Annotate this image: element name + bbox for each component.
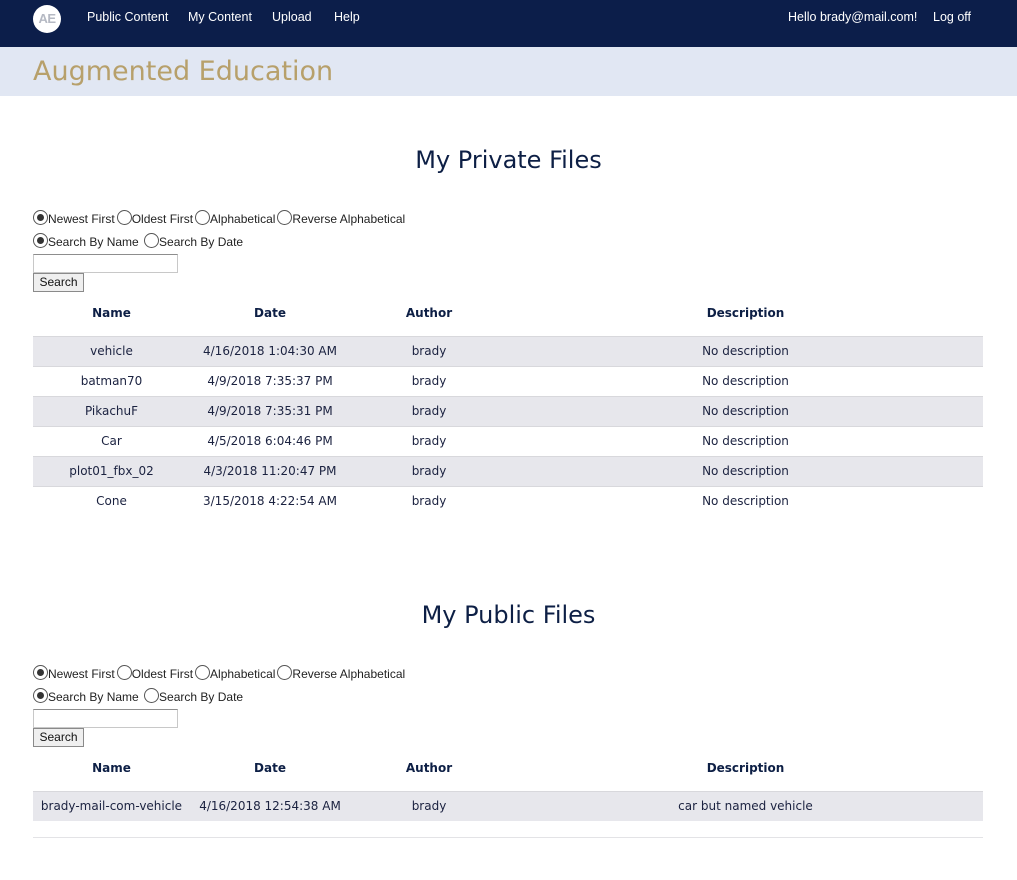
file-author-cell: brady <box>350 365 508 396</box>
spacer-cell <box>33 783 983 791</box>
file-author-cell: brady <box>350 455 508 486</box>
public-search-by-date-radio[interactable] <box>144 688 160 703</box>
column-header-description: Description <box>706 306 785 320</box>
public-search-by-name-radio[interactable] <box>33 688 48 703</box>
user-greeting-link[interactable]: Hello brady@mail.com! <box>788 10 917 24</box>
file-name-cell[interactable]: Car <box>33 425 190 456</box>
table-row[interactable]: vehicle 4/16/2018 1:04:30 AM brady No de… <box>33 335 983 366</box>
public-sort-oldest-radio[interactable] <box>116 665 132 680</box>
private-sort-options: Newest First Oldest First Alphabetical Reve… <box>33 210 407 226</box>
nav-public-content-link[interactable]: Public Content <box>87 10 168 24</box>
file-description-cell: No description <box>508 395 983 426</box>
private-sort-reverse-alphabetical-radio[interactable] <box>277 210 293 225</box>
table-spacer <box>33 783 983 791</box>
file-date-cell: 4/3/2018 11:20:47 PM <box>190 455 350 486</box>
radio-label: Oldest First <box>131 666 194 681</box>
public-files-title: My Public Files <box>421 601 596 629</box>
private-files-title: My Private Files <box>415 146 602 174</box>
table-row[interactable]: brady-mail-com-vehicle 4/16/2018 12:54:3… <box>33 790 983 821</box>
radio-label: Search By Name <box>48 689 139 704</box>
file-name-cell[interactable]: batman70 <box>33 365 190 396</box>
nav-my-content-link[interactable]: My Content <box>188 10 252 24</box>
file-date-cell: 4/16/2018 1:04:30 AM <box>190 335 350 366</box>
public-sort-alphabetical-radio[interactable] <box>195 665 211 680</box>
file-description-cell: No description <box>508 485 983 516</box>
public-sort-options: Newest First Oldest First Alphabetical Reve… <box>33 665 407 681</box>
public-search-mode-options: Search By Name Search By Date <box>33 688 245 704</box>
file-date-cell: 4/9/2018 7:35:31 PM <box>190 395 350 426</box>
public-search-button[interactable]: Search <box>33 728 84 747</box>
public-files-table: Name Date Author Description brady-mail-… <box>33 753 983 821</box>
public-sort-newest-radio[interactable] <box>33 665 48 680</box>
radio-label: Alphabetical <box>210 211 276 226</box>
private-search-button[interactable]: Search <box>33 273 84 292</box>
column-header-date: Date <box>254 306 286 320</box>
table-row[interactable]: Car 4/5/2018 6:04:46 PM brady No descrip… <box>33 425 983 456</box>
file-name-cell[interactable]: vehicle <box>33 335 190 366</box>
file-description-cell: No description <box>508 335 983 366</box>
table-header-row: Name Date Author Description <box>33 298 983 328</box>
table-row[interactable]: Cone 3/15/2018 4:22:54 AM brady No descr… <box>33 485 983 516</box>
radio-label: Oldest First <box>131 211 194 226</box>
file-date-cell: 4/9/2018 7:35:37 PM <box>190 365 350 396</box>
radio-label: Alphabetical <box>210 666 276 681</box>
file-date-cell: 4/5/2018 6:04:46 PM <box>190 425 350 456</box>
nav-help-link[interactable]: Help <box>334 10 360 24</box>
radio-label: Reverse Alphabetical <box>292 666 406 681</box>
file-name-cell[interactable]: Cone <box>33 485 190 516</box>
top-navbar: AE Public Content My Content Upload Help… <box>0 0 1017 47</box>
file-description-cell: No description <box>508 425 983 456</box>
file-date-cell: 4/16/2018 12:54:38 AM <box>190 790 350 821</box>
column-header-author: Author <box>405 761 453 775</box>
column-header-date: Date <box>254 761 286 775</box>
file-description-cell: No description <box>508 455 983 486</box>
private-search-by-date-radio[interactable] <box>144 233 160 248</box>
spacer-cell <box>33 328 983 336</box>
radio-label: Search By Name <box>48 234 139 249</box>
public-search-input[interactable] <box>33 709 178 728</box>
private-sort-alphabetical-radio[interactable] <box>195 210 211 225</box>
private-files-table: Name Date Author Description vehicle 4/1… <box>33 298 983 516</box>
table-row[interactable]: batman70 4/9/2018 7:35:37 PM brady No de… <box>33 365 983 396</box>
nav-upload-link[interactable]: Upload <box>272 10 312 24</box>
file-date-cell: 3/15/2018 4:22:54 AM <box>190 485 350 516</box>
file-author-cell: brady <box>350 425 508 456</box>
file-description-cell: car but named vehicle <box>508 790 983 821</box>
private-search-mode-options: Search By Name Search By Date <box>33 233 245 249</box>
radio-label: Reverse Alphabetical <box>292 211 406 226</box>
file-author-cell: brady <box>350 790 508 821</box>
file-description-cell: No description <box>508 365 983 396</box>
file-author-cell: brady <box>350 395 508 426</box>
brand-banner: Augmented Education <box>0 47 1017 96</box>
bottom-divider <box>33 837 983 838</box>
table-spacer <box>33 328 983 336</box>
column-header-description: Description <box>706 761 785 775</box>
public-sort-reverse-alphabetical-radio[interactable] <box>277 665 293 680</box>
log-off-link[interactable]: Log off <box>933 10 971 24</box>
private-search-by-name-radio[interactable] <box>33 233 48 248</box>
radio-label: Search By Date <box>159 689 244 704</box>
column-header-name: Name <box>92 306 131 320</box>
private-sort-oldest-radio[interactable] <box>116 210 132 225</box>
file-author-cell: brady <box>350 335 508 366</box>
private-sort-newest-radio[interactable] <box>33 210 48 225</box>
radio-label: Search By Date <box>159 234 244 249</box>
table-row[interactable]: PikachuF 4/9/2018 7:35:31 PM brady No de… <box>33 395 983 426</box>
column-header-author: Author <box>405 306 453 320</box>
file-name-cell[interactable]: brady-mail-com-vehicle <box>33 790 190 821</box>
file-author-cell: brady <box>350 485 508 516</box>
table-header-row: Name Date Author Description <box>33 753 983 783</box>
radio-label: Newest First <box>48 211 115 226</box>
brand-title: Augmented Education <box>33 56 334 87</box>
column-header-name: Name <box>92 761 131 775</box>
file-name-cell[interactable]: plot01_fbx_02 <box>33 455 190 486</box>
table-row[interactable]: plot01_fbx_02 4/3/2018 11:20:47 PM brady… <box>33 455 983 486</box>
private-search-input[interactable] <box>33 254 178 273</box>
file-name-cell[interactable]: PikachuF <box>33 395 190 426</box>
radio-label: Newest First <box>48 666 115 681</box>
ae-logo[interactable]: AE <box>33 5 61 33</box>
